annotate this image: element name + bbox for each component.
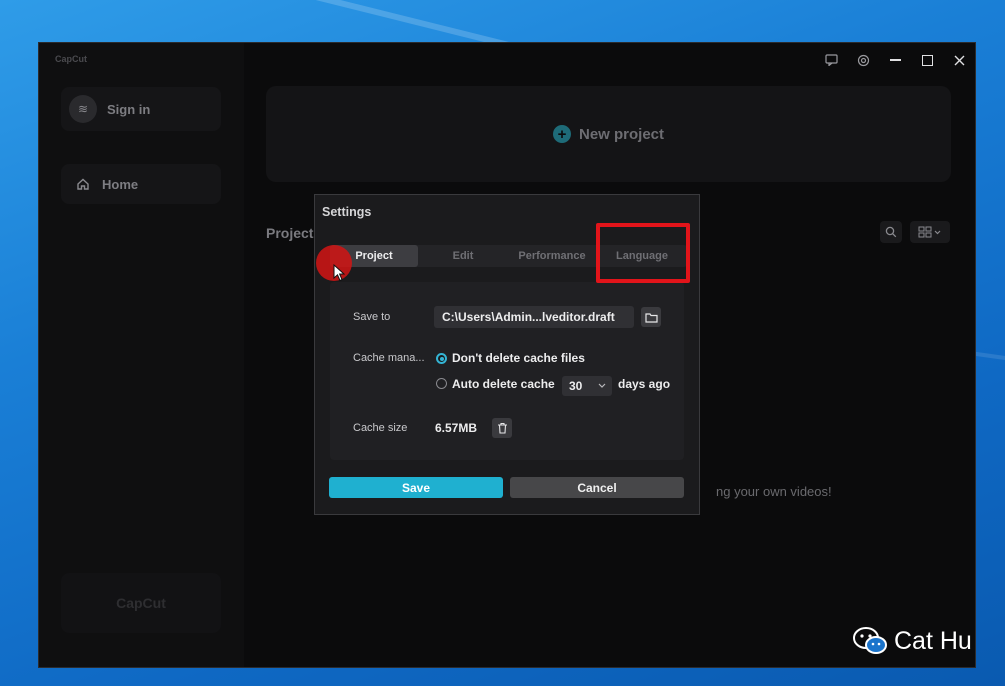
- capcut-logo-icon: ≋: [69, 95, 97, 123]
- chevron-down-icon: [598, 383, 606, 388]
- footer-brand-text: CapCut: [116, 595, 166, 611]
- cache-days-select[interactable]: 30: [562, 376, 612, 396]
- tab-performance[interactable]: Performance: [508, 245, 596, 267]
- browse-folder-button[interactable]: [641, 307, 661, 327]
- cache-size-value: 6.57MB: [435, 421, 478, 435]
- save-button[interactable]: Save: [329, 477, 503, 498]
- settings-icon[interactable]: [847, 43, 879, 77]
- new-project-button[interactable]: + New project: [266, 86, 951, 182]
- days-ago-label: days ago: [618, 377, 671, 391]
- cache-management-label: Cache mana...: [353, 352, 425, 364]
- clear-cache-button[interactable]: [492, 418, 512, 438]
- sign-in-button[interactable]: ≋ Sign in: [61, 87, 221, 131]
- save-path-value: C:\Users\Admin...lveditor.draft: [442, 310, 615, 324]
- watermark: Cat Hu: [852, 626, 972, 656]
- cache-size-label: Cache size: [353, 422, 408, 434]
- home-icon: [77, 178, 89, 190]
- project-settings-panel: Save to C:\Users\Admin...lveditor.draft …: [330, 282, 684, 460]
- maximize-icon[interactable]: [911, 43, 943, 77]
- save-path-field[interactable]: C:\Users\Admin...lveditor.draft: [434, 306, 634, 328]
- tab-edit[interactable]: Edit: [420, 245, 506, 267]
- dialog-title: Settings: [322, 205, 372, 219]
- folder-icon: [644, 312, 658, 323]
- view-toggle-button[interactable]: [910, 221, 950, 243]
- tab-label: Project: [355, 250, 393, 262]
- radio-dont-delete-cache[interactable]: [436, 353, 447, 364]
- new-project-label: New project: [578, 125, 665, 143]
- mouse-cursor-icon: [333, 264, 345, 282]
- titlebar-controls: [815, 43, 975, 77]
- save-to-label: Save to: [353, 311, 391, 323]
- grid-view-icon: [918, 226, 941, 238]
- sidebar: CapCut ≋ Sign in Home CapCut: [39, 43, 244, 667]
- radio-auto-delete-cache[interactable]: [436, 378, 447, 389]
- plus-icon: +: [552, 125, 571, 143]
- watermark-text: Cat Hu: [894, 626, 972, 655]
- sidebar-footer-brand: CapCut: [61, 573, 221, 633]
- search-button[interactable]: [880, 221, 902, 243]
- dont-delete-cache-label: Don't delete cache files: [452, 351, 585, 365]
- cache-days-value: 30: [569, 379, 583, 393]
- tab-label: Performance: [518, 250, 586, 262]
- trash-icon: [497, 422, 507, 434]
- language-tab-highlight: [596, 223, 690, 283]
- auto-delete-cache-label: Auto delete cache: [452, 377, 555, 391]
- search-icon: [885, 226, 897, 238]
- close-icon[interactable]: [943, 43, 975, 77]
- tab-label: Edit: [452, 250, 474, 262]
- empty-projects-hint: ng your own videos!: [716, 484, 832, 499]
- sidebar-item-label: Home: [102, 176, 139, 192]
- sidebar-item-home[interactable]: Home: [61, 164, 221, 204]
- minimize-icon[interactable]: [879, 43, 911, 77]
- cancel-button[interactable]: Cancel: [510, 477, 684, 498]
- projects-heading: Projects: [266, 225, 322, 241]
- wechat-icon: [853, 627, 887, 654]
- sign-in-label: Sign in: [107, 101, 151, 117]
- feedback-icon[interactable]: [815, 43, 847, 77]
- app-brand: CapCut: [55, 54, 87, 64]
